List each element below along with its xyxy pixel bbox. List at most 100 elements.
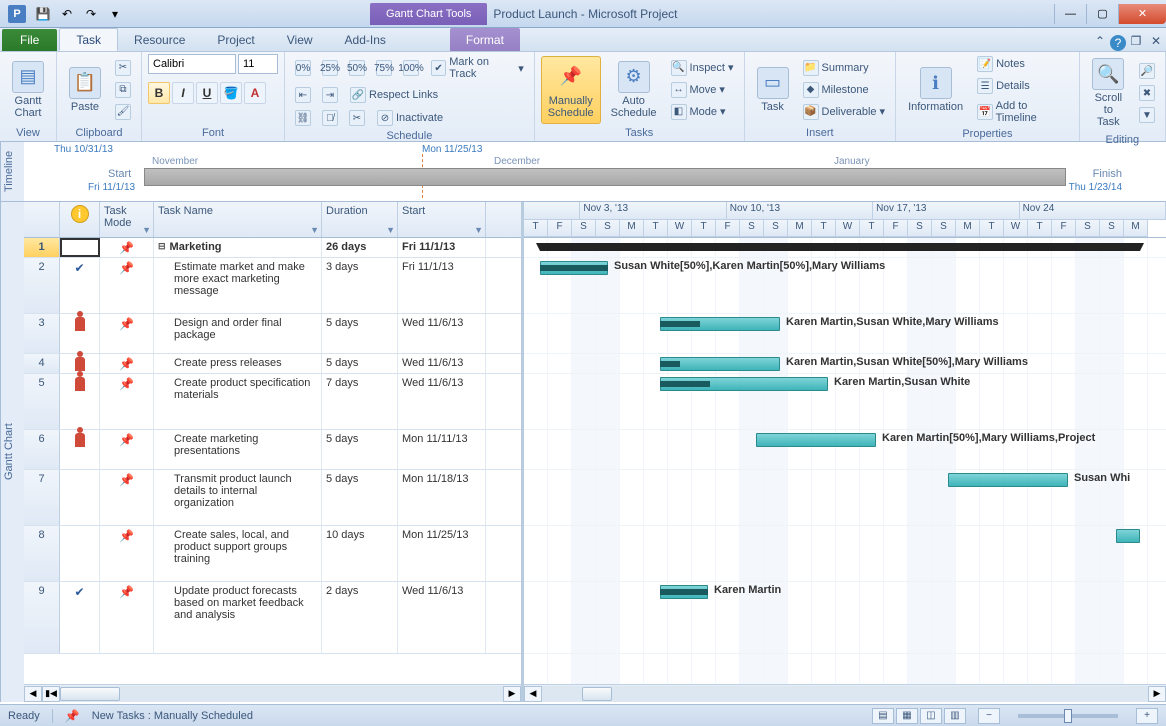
task-name-cell[interactable]: Transmit product launch details to inter…: [154, 470, 322, 525]
pct-25-button[interactable]: 25%: [318, 54, 342, 82]
chart-row[interactable]: Karen Martin,Susan White: [524, 374, 1166, 430]
row-mode[interactable]: 📌: [100, 374, 154, 429]
day-header[interactable]: T: [980, 220, 1004, 238]
row-mode[interactable]: 📌: [100, 470, 154, 525]
table-row[interactable]: 8 📌 Create sales, local, and product sup…: [24, 526, 521, 582]
view-resource-button[interactable]: ▥: [944, 708, 966, 724]
row-info[interactable]: [60, 470, 100, 525]
chart-row[interactable]: Susan Whi: [524, 470, 1166, 526]
duration-cell[interactable]: 3 days: [322, 258, 398, 313]
minimize-ribbon-icon[interactable]: ⌃: [1090, 31, 1110, 51]
font-size-select[interactable]: [238, 54, 278, 74]
start-cell[interactable]: Wed 11/6/13: [398, 582, 486, 653]
row-number[interactable]: 6: [24, 430, 60, 469]
add-to-timeline-button[interactable]: 📅Add to Timeline: [973, 98, 1073, 126]
notes-button[interactable]: 📝Notes: [973, 54, 1073, 74]
split-task-button[interactable]: ✂: [345, 108, 369, 128]
day-header[interactable]: S: [596, 220, 620, 238]
table-row[interactable]: 9 ✔ 📌 Update product forecasts based on …: [24, 582, 521, 654]
day-header[interactable]: T: [644, 220, 668, 238]
day-header[interactable]: W: [1004, 220, 1028, 238]
day-header[interactable]: F: [884, 220, 908, 238]
week-header[interactable]: Nov 3, '13: [580, 202, 726, 220]
pct-0-button[interactable]: 0%: [291, 54, 315, 82]
row-info[interactable]: [60, 430, 100, 469]
tab-resource[interactable]: Resource: [118, 28, 201, 51]
row-number[interactable]: 9: [24, 582, 60, 653]
auto-schedule-button[interactable]: ⚙ Auto Schedule: [605, 57, 663, 123]
scroll-left-button[interactable]: ◀: [24, 686, 42, 702]
mode-button[interactable]: ◧Mode ▾: [667, 102, 738, 122]
outdent-button[interactable]: ⇤: [291, 85, 315, 105]
row-mode[interactable]: 📌: [100, 238, 154, 257]
underline-button[interactable]: U: [196, 82, 218, 104]
restore-window-icon[interactable]: ❐: [1126, 31, 1146, 51]
clear-button[interactable]: ✖: [1135, 83, 1159, 103]
row-number[interactable]: 7: [24, 470, 60, 525]
italic-button[interactable]: I: [172, 82, 194, 104]
zoom-out-button[interactable]: −: [978, 708, 1000, 724]
header-info[interactable]: i: [60, 202, 100, 237]
duration-cell[interactable]: 5 days: [322, 354, 398, 373]
chevron-down-icon[interactable]: ▼: [386, 225, 395, 235]
day-header[interactable]: S: [1100, 220, 1124, 238]
row-mode[interactable]: 📌: [100, 314, 154, 353]
day-header[interactable]: S: [932, 220, 956, 238]
scroll-to-task-button[interactable]: 🔍 Scroll to Task: [1086, 54, 1131, 132]
qat-more-icon[interactable]: ▾: [104, 3, 126, 25]
chart-row[interactable]: Susan White[50%],Karen Martin[50%],Mary …: [524, 258, 1166, 314]
chart-scroll-right-button[interactable]: ▶: [1148, 686, 1166, 702]
timeline-bar[interactable]: [144, 168, 1066, 186]
view-team-button[interactable]: ◫: [920, 708, 942, 724]
day-header[interactable]: S: [764, 220, 788, 238]
chart-row[interactable]: [524, 238, 1166, 258]
respect-links-button[interactable]: 🔗Respect Links: [346, 85, 442, 105]
scroll-right-button[interactable]: ▶: [503, 686, 521, 702]
cut-button[interactable]: ✂: [111, 58, 135, 78]
header-rownum[interactable]: [24, 202, 60, 237]
row-info[interactable]: ✔: [60, 258, 100, 313]
day-header[interactable]: S: [740, 220, 764, 238]
day-header[interactable]: T: [860, 220, 884, 238]
row-mode[interactable]: 📌: [100, 430, 154, 469]
tab-task[interactable]: Task: [59, 28, 118, 51]
link-tasks-button[interactable]: ⛓: [291, 108, 315, 128]
day-header[interactable]: W: [836, 220, 860, 238]
chevron-down-icon[interactable]: ▼: [474, 225, 483, 235]
grid-body[interactable]: 1 📌 ⊟Marketing 26 days Fri 11/1/13 2 ✔ 📌…: [24, 238, 521, 684]
fill-button[interactable]: ▼: [1135, 105, 1159, 125]
day-header[interactable]: F: [716, 220, 740, 238]
tab-addins[interactable]: Add-Ins: [329, 28, 402, 51]
row-info[interactable]: [60, 314, 100, 353]
chart-hscroll[interactable]: ◀ ▶: [524, 684, 1166, 702]
zoom-thumb[interactable]: [1064, 709, 1072, 723]
information-button[interactable]: ℹ Information: [902, 63, 969, 117]
start-cell[interactable]: Wed 11/6/13: [398, 314, 486, 353]
day-header[interactable]: T: [692, 220, 716, 238]
summary-bar[interactable]: [540, 243, 1140, 251]
redo-icon[interactable]: ↷: [80, 3, 102, 25]
duration-cell[interactable]: 26 days: [322, 238, 398, 257]
day-header[interactable]: T: [1028, 220, 1052, 238]
milestone-button[interactable]: ◆Milestone: [799, 80, 890, 100]
row-info[interactable]: [60, 526, 100, 581]
day-header[interactable]: S: [908, 220, 932, 238]
find-button[interactable]: 🔎: [1135, 61, 1159, 81]
inactivate-button[interactable]: ⊘Inactivate: [373, 108, 447, 128]
chart-row[interactable]: [524, 526, 1166, 582]
day-header[interactable]: M: [620, 220, 644, 238]
day-header[interactable]: F: [548, 220, 572, 238]
grid-hscroll[interactable]: ◀ ▮◀ ▶: [24, 684, 521, 702]
task-name-cell[interactable]: Estimate market and make more exact mark…: [154, 258, 322, 313]
day-header[interactable]: F: [1052, 220, 1076, 238]
row-mode[interactable]: 📌: [100, 526, 154, 581]
start-cell[interactable]: Mon 11/11/13: [398, 430, 486, 469]
task-name-cell[interactable]: Create press releases: [154, 354, 322, 373]
week-header[interactable]: Nov 10, '13: [727, 202, 873, 220]
table-row[interactable]: 6 📌 Create marketing presentations 5 day…: [24, 430, 521, 470]
fill-color-button[interactable]: 🪣: [220, 82, 242, 104]
row-number[interactable]: 3: [24, 314, 60, 353]
help-icon[interactable]: ?: [1110, 35, 1126, 51]
mark-on-track-button[interactable]: ✔Mark on Track ▾: [427, 54, 528, 82]
manually-schedule-button[interactable]: 📌 Manually Schedule: [541, 56, 601, 124]
